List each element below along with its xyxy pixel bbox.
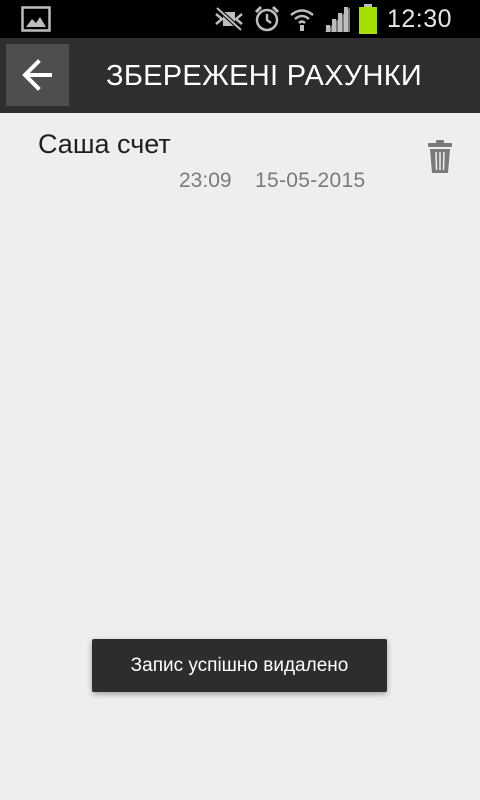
account-name: Саша счет xyxy=(38,129,171,159)
list-item[interactable]: Саша счет 23:09 15-05-2015 xyxy=(0,113,480,203)
toast-message: Запис успішно видалено xyxy=(130,654,349,676)
back-arrow-icon xyxy=(21,59,52,91)
signal-icon xyxy=(322,0,352,38)
gallery-icon xyxy=(20,0,52,38)
back-button[interactable] xyxy=(6,44,69,106)
action-bar: ЗБЕРЕЖЕНІ РАХУНКИ xyxy=(0,38,480,113)
toast: Запис успішно видалено xyxy=(92,639,387,692)
status-bar: 12:30 xyxy=(0,0,480,38)
status-time: 12:30 xyxy=(386,5,452,33)
wifi-icon xyxy=(288,0,316,38)
account-date: 15-05-2015 xyxy=(255,169,366,192)
trash-icon xyxy=(428,140,452,173)
battery-icon xyxy=(358,0,378,38)
delete-button[interactable] xyxy=(420,140,460,182)
mute-icon xyxy=(212,0,246,38)
alarm-icon xyxy=(252,0,282,38)
page-title: ЗБЕРЕЖЕНІ РАХУНКИ xyxy=(106,60,423,92)
screen: 12:30 ЗБЕРЕЖЕНІ РАХУНКИ Саша счет 23:09 … xyxy=(0,0,480,800)
account-time: 23:09 xyxy=(179,169,232,192)
